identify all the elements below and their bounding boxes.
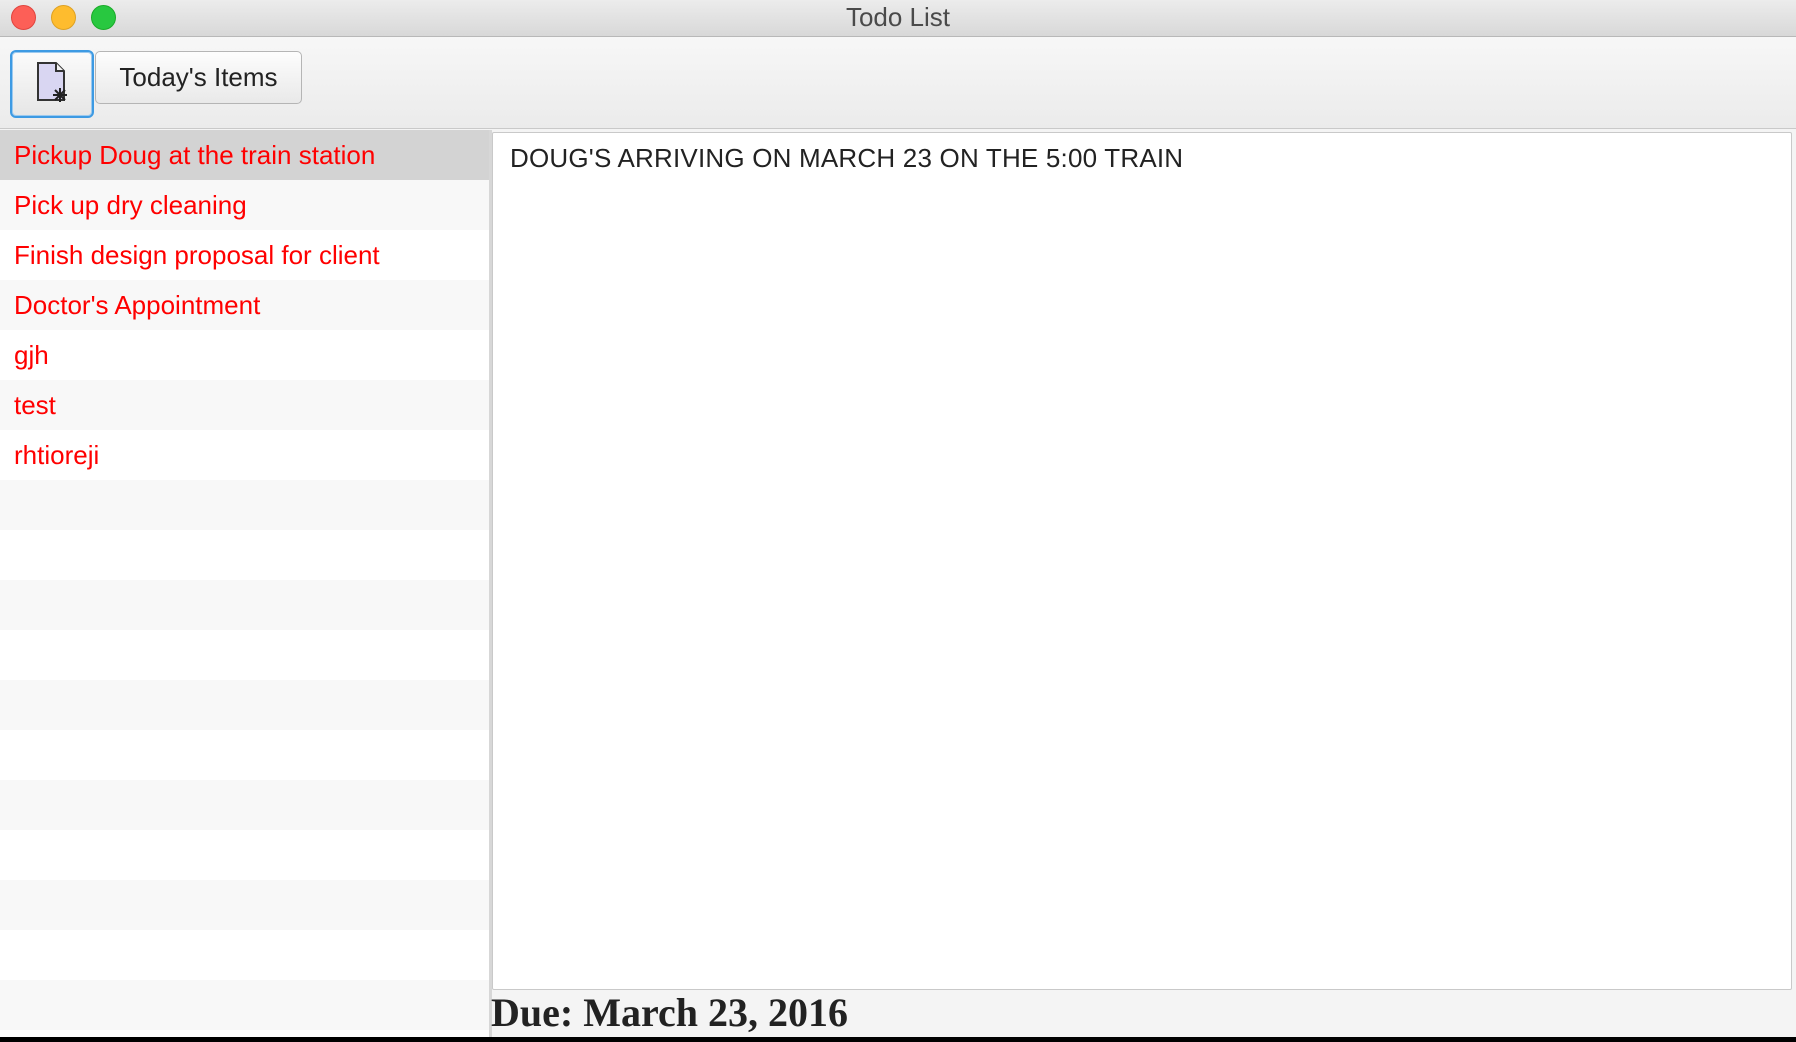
empty-list-row — [0, 780, 489, 830]
empty-list-row — [0, 730, 489, 780]
todo-list: Pickup Doug at the train station Pick up … — [0, 130, 489, 1037]
empty-list-row — [0, 980, 489, 1030]
todo-list-item[interactable]: rhtioreji — [0, 430, 489, 480]
todo-list-item[interactable]: Doctor's Appointment — [0, 280, 489, 330]
todo-list-item[interactable]: test — [0, 380, 489, 430]
app-window: Todo List Today's Items Pickup Doug at t — [0, 0, 1796, 1037]
todo-list-item[interactable]: Finish design proposal for client — [0, 230, 489, 280]
new-item-button[interactable] — [10, 50, 94, 118]
todo-list-item[interactable]: Pick up dry cleaning — [0, 180, 489, 230]
empty-list-row — [0, 930, 489, 980]
empty-list-row — [0, 480, 489, 530]
empty-list-row — [0, 830, 489, 880]
details-text: DOUG'S ARRIVING ON MARCH 23 ON THE 5:00 … — [510, 143, 1184, 173]
title-bar: Todo List — [0, 0, 1796, 37]
todo-list-item[interactable]: Pickup Doug at the train station — [0, 130, 489, 180]
toolbar: Today's Items — [0, 37, 1796, 129]
todo-list-item[interactable]: gjh — [0, 330, 489, 380]
empty-list-row — [0, 880, 489, 930]
empty-list-row — [0, 680, 489, 730]
todays-items-button[interactable]: Today's Items — [95, 51, 302, 104]
details-panel[interactable]: DOUG'S ARRIVING ON MARCH 23 ON THE 5:00 … — [492, 132, 1792, 990]
window-title: Todo List — [845, 2, 951, 32]
empty-list-row — [0, 530, 489, 580]
new-document-icon — [32, 60, 72, 109]
empty-list-row — [0, 580, 489, 630]
due-date-label: Due: March 23, 2016 — [491, 990, 848, 1035]
empty-list-row — [0, 1030, 489, 1037]
empty-list-row — [0, 630, 489, 680]
